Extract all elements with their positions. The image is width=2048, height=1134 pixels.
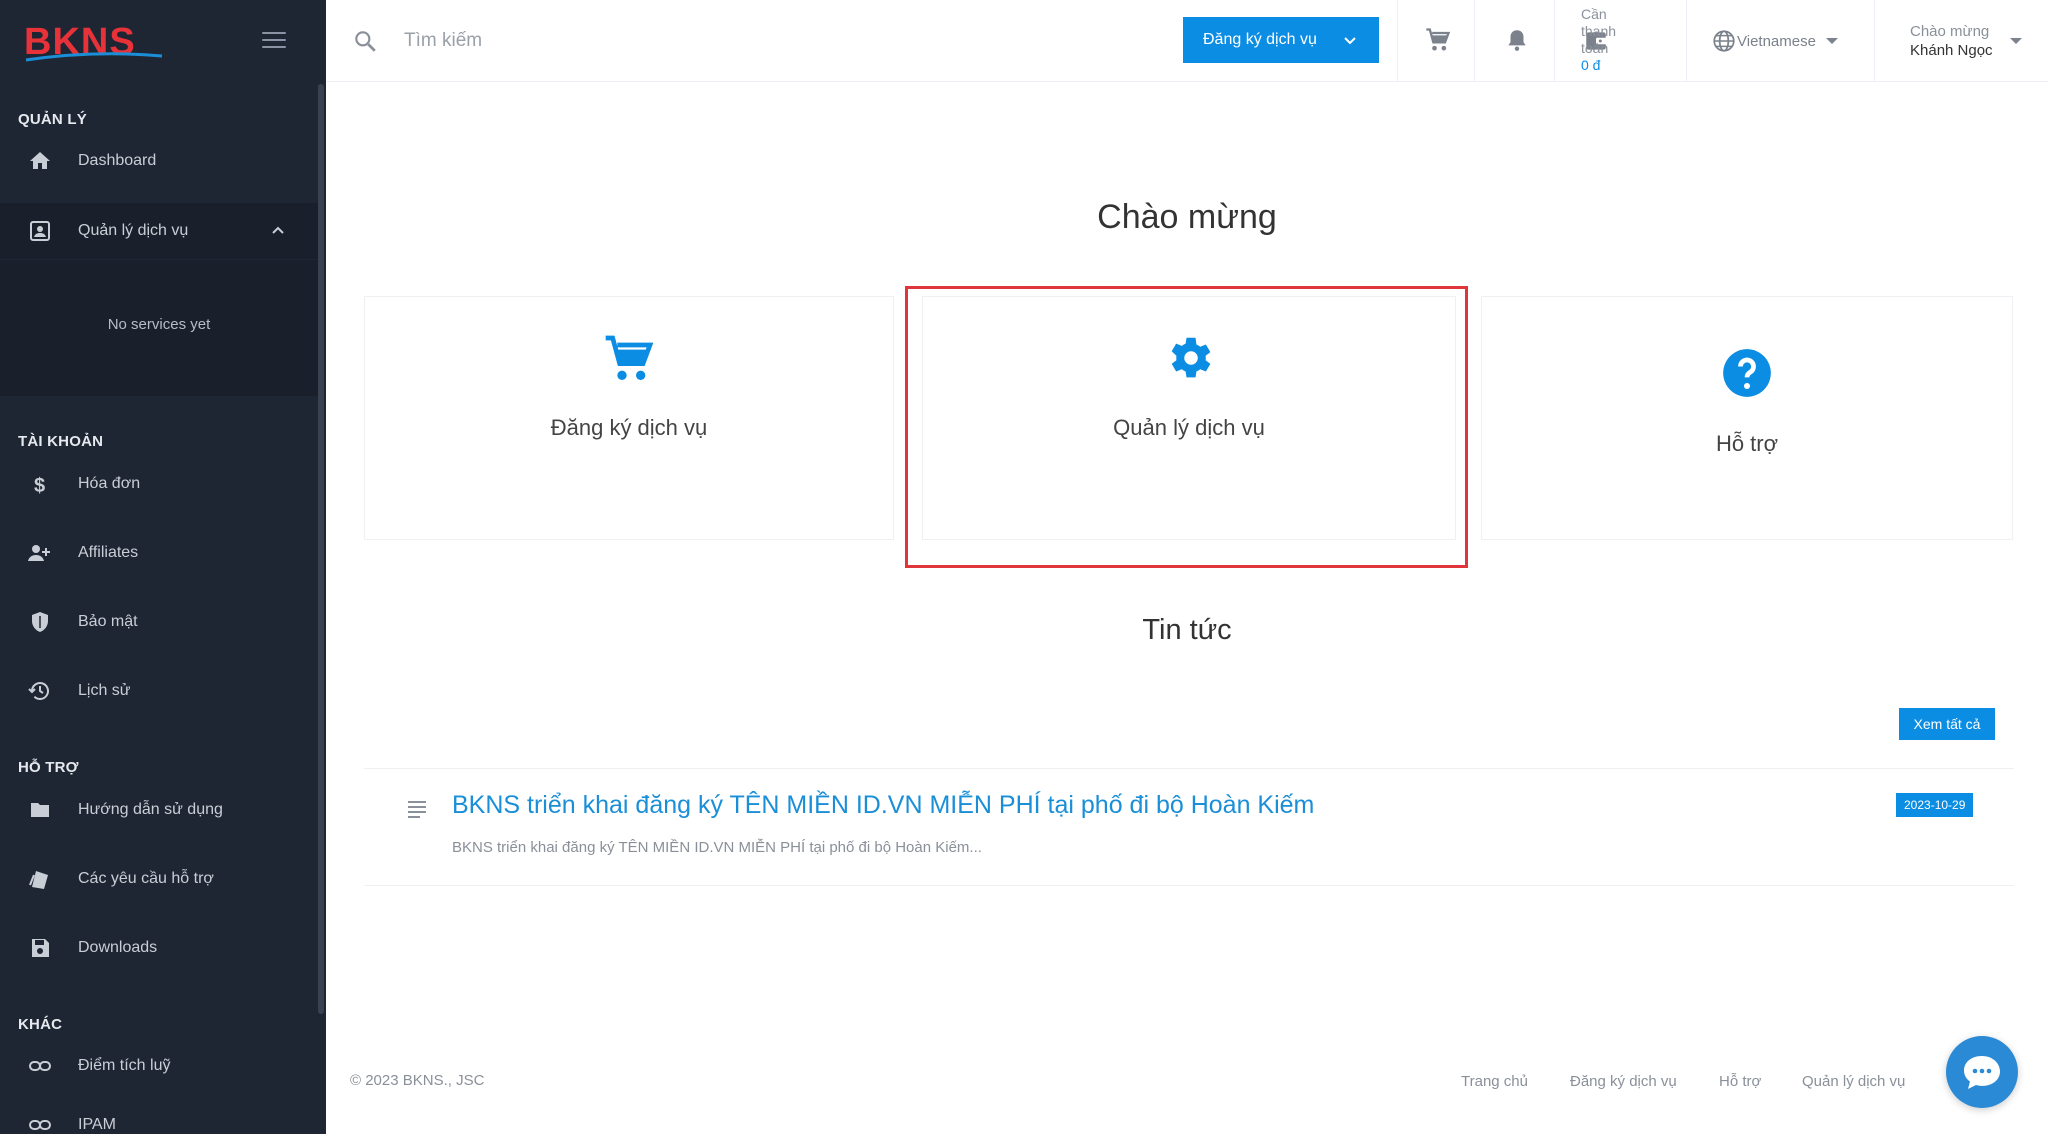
divider: [1474, 0, 1475, 82]
sidebar-item-dashboard[interactable]: Dashboard: [0, 133, 318, 189]
section-other: KHÁC: [18, 1016, 63, 1033]
payment-amount: 0 đ: [1581, 57, 1601, 73]
footer-link-home[interactable]: Trang chủ: [1461, 1073, 1528, 1090]
sidebar-item-guide[interactable]: Hướng dẫn sử dụng: [0, 782, 318, 838]
bkns-logo[interactable]: BKNS: [24, 16, 164, 64]
search-icon[interactable]: [352, 28, 378, 59]
section-manage: QUẢN LÝ: [18, 111, 87, 128]
payment-due[interactable]: Cần thanh toán 0 đ: [1581, 6, 1616, 74]
cart-icon: [365, 331, 893, 387]
services-empty-text: No services yet: [107, 316, 211, 333]
footer-link-register[interactable]: Đăng ký dịch vụ: [1570, 1073, 1677, 1090]
sidebar-item-label: Lịch sử: [78, 682, 131, 699]
section-account: TÀI KHOẢN: [18, 433, 104, 450]
tickets-icon: [26, 865, 54, 893]
chat-button[interactable]: [1946, 1036, 2018, 1108]
sidebar-item-services[interactable]: Quản lý dịch vụ: [0, 203, 318, 259]
divider: [1397, 0, 1398, 82]
view-all-button[interactable]: Xem tất cả: [1899, 708, 1995, 740]
divider: [1874, 0, 1875, 82]
section-support: HỖ TRỢ: [18, 759, 79, 776]
globe-icon: [1713, 30, 1735, 52]
sidebar-item-history[interactable]: Lịch sử: [0, 663, 318, 719]
register-service-button[interactable]: Đăng ký dịch vụ: [1183, 17, 1379, 63]
footer-link-support[interactable]: Hỗ trợ: [1719, 1073, 1761, 1090]
payment-label: Cần: [1581, 6, 1607, 22]
shield-icon: [26, 608, 54, 636]
divider: [1554, 0, 1555, 82]
caret-down-icon: [1825, 38, 1838, 44]
sidebar-item-downloads[interactable]: Downloads: [0, 920, 318, 976]
footer-link-manage[interactable]: Quản lý dịch vụ: [1802, 1073, 1905, 1090]
help-icon: [1482, 347, 2012, 399]
save-icon: [26, 934, 54, 962]
sidebar-item-label: Dashboard: [78, 152, 157, 169]
card-label: Hỗ trợ: [1715, 431, 1779, 456]
chevron-up-icon: [270, 223, 286, 244]
dollar-icon: $: [26, 470, 54, 498]
sidebar-item-points[interactable]: Điểm tích luỹ: [0, 1038, 318, 1094]
payment-label: thanh: [1581, 23, 1617, 39]
news-section-title: Tin tức: [1142, 614, 1232, 646]
sidebar: BKNS QUẢN LÝ Dashboard Quản lý dịch vụ N…: [0, 0, 326, 1134]
topbar: Đăng ký dịch vụ Cần thanh toán 0 đ Vietn…: [326, 0, 2048, 82]
account-box-icon: [26, 217, 54, 245]
chevron-down-icon: [1343, 34, 1357, 52]
menu-toggle-icon[interactable]: [262, 32, 286, 50]
greeting-text: Chào mừng: [1910, 23, 1990, 40]
folder-icon: [26, 796, 54, 824]
card-support[interactable]: Hỗ trợ: [1481, 296, 2013, 540]
svg-text:$: $: [34, 475, 45, 496]
link-icon: [26, 1052, 54, 1080]
news-title-link[interactable]: BKNS triển khai đăng ký TÊN MIỀN ID.VN M…: [452, 791, 1314, 820]
sidebar-item-label: Điểm tích luỹ: [78, 1057, 171, 1074]
sidebar-item-label: Quản lý dịch vụ: [78, 222, 189, 239]
page-title: Chào mừng: [1097, 198, 1277, 236]
sidebar-item-label: Affiliates: [78, 544, 139, 561]
add-user-icon: [26, 539, 54, 567]
sidebar-header: BKNS: [0, 0, 326, 84]
news-date-badge: 2023-10-29: [1896, 793, 1974, 817]
sidebar-item-affiliates[interactable]: Affiliates: [0, 525, 318, 581]
sidebar-item-label: Hướng dẫn sử dụng: [78, 801, 223, 818]
card-label: Đăng ký dịch vụ: [550, 415, 708, 440]
bell-icon[interactable]: [1504, 26, 1530, 59]
register-service-label: Đăng ký dịch vụ: [1203, 31, 1317, 48]
sidebar-item-label: Các yêu cầu hỗ trợ: [78, 870, 214, 887]
sidebar-item-tickets[interactable]: Các yêu cầu hỗ trợ: [0, 851, 318, 907]
sidebar-item-invoices[interactable]: $ Hóa đơn: [0, 456, 318, 512]
sidebar-item-label: IPAM: [78, 1116, 116, 1133]
news-excerpt: BKNS triển khai đăng ký TÊN MIỀN ID.VN M…: [452, 839, 982, 856]
divider: [1686, 0, 1687, 82]
payment-label: toán: [1581, 40, 1609, 56]
sidebar-item-label: Hóa đơn: [78, 475, 141, 492]
sidebar-item-ipam[interactable]: IPAM: [0, 1097, 318, 1134]
news-item: BKNS triển khai đăng ký TÊN MIỀN ID.VN M…: [364, 768, 2014, 886]
sidebar-item-label: Bảo mật: [78, 613, 138, 630]
card-register-service[interactable]: Đăng ký dịch vụ: [364, 296, 894, 540]
language-select[interactable]: Vietnamese: [1711, 28, 1838, 54]
user-menu[interactable]: Chào mừng Khánh Ngọc: [1910, 22, 1993, 60]
link-icon: [26, 1111, 54, 1134]
sidebar-item-security[interactable]: Bảo mật: [0, 594, 318, 650]
highlight-box: [905, 286, 1468, 568]
cart-icon[interactable]: [1424, 26, 1452, 59]
sidebar-item-label: Downloads: [78, 939, 158, 956]
caret-down-icon[interactable]: [2010, 38, 2022, 44]
list-lines-icon: [406, 799, 428, 824]
sidebar-scrollbar[interactable]: [318, 84, 324, 1014]
username: Khánh Ngọc: [1910, 42, 1993, 59]
language-label: Vietnamese: [1737, 32, 1816, 50]
search-input[interactable]: [404, 24, 904, 58]
chat-bubble-icon: [1964, 1056, 2000, 1089]
footer-copyright: © 2023 BKNS., JSC: [350, 1072, 485, 1089]
home-icon: [26, 147, 54, 175]
history-icon: [26, 677, 54, 705]
